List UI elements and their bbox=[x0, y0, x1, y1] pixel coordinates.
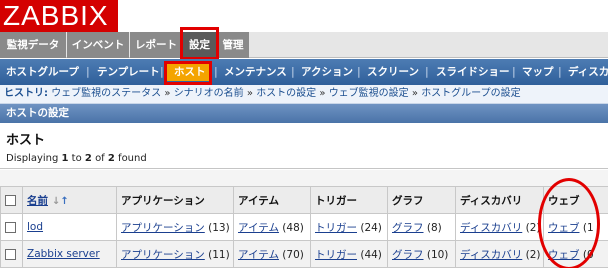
sub-menu-host-groups[interactable]: ホストグループ bbox=[6, 59, 79, 85]
graphs-cell: グラフ (10) bbox=[387, 240, 456, 268]
column-name[interactable]: 名前 ↓↑ bbox=[22, 186, 117, 214]
sub-menu-maps[interactable]: マップ bbox=[522, 59, 554, 85]
annotation-box-hosts bbox=[164, 61, 212, 85]
page-title: ホスト bbox=[6, 133, 46, 148]
row-checkbox[interactable] bbox=[5, 248, 16, 260]
main-menu-inventory[interactable]: インベントリ bbox=[67, 32, 129, 77]
header-checkbox-cell bbox=[0, 186, 23, 214]
annotation-box-configuration bbox=[180, 27, 219, 60]
discovery-cell: ディスカバリ (2) bbox=[455, 240, 544, 268]
zabbix-logo[interactable]: ZABBIX bbox=[0, 0, 118, 32]
table-row: lod アプリケーション (13) アイテム (48) トリガー (24) グラ… bbox=[0, 213, 608, 241]
host-name-cell: Zabbix server bbox=[22, 240, 117, 268]
history-link-hostgroup-config[interactable]: ホストグループの設定 bbox=[421, 88, 520, 99]
header: ZABBIX bbox=[0, 0, 608, 32]
select-all-checkbox[interactable] bbox=[5, 194, 16, 206]
items-count: (48) bbox=[282, 221, 304, 234]
main-menu-administration[interactable]: 管理 bbox=[217, 32, 249, 58]
items-link[interactable]: アイテム bbox=[238, 222, 279, 234]
hosts-table: 名前 ↓↑ アプリケーション アイテム トリガー グラフ ディスカバリ ウェブ l… bbox=[0, 186, 608, 268]
graphs-link[interactable]: グラフ bbox=[392, 222, 424, 234]
graphs-link[interactable]: グラフ bbox=[392, 249, 424, 261]
section-title: ホストの設定 bbox=[0, 104, 608, 123]
triggers-count: (44) bbox=[360, 248, 382, 261]
sort-asc-icon: ↓↑ bbox=[52, 195, 69, 207]
main-menu-monitoring[interactable]: 監視データ bbox=[0, 32, 66, 58]
triggers-link[interactable]: トリガー bbox=[315, 222, 357, 234]
history-link-web-status[interactable]: ウェブ監視のステータス bbox=[51, 88, 161, 99]
count-to: 2 bbox=[84, 153, 92, 164]
graphs-count: (8) bbox=[426, 221, 442, 234]
history-separator: » bbox=[246, 88, 253, 99]
history-link-web-config[interactable]: ウェブ監視の設定 bbox=[329, 88, 409, 99]
history-label: ヒストリ: bbox=[4, 88, 48, 99]
history-separator: » bbox=[411, 88, 418, 99]
graphs-cell: グラフ (8) bbox=[387, 213, 456, 241]
count-suffix: found bbox=[118, 153, 147, 164]
column-items: アイテム bbox=[233, 186, 311, 214]
sub-menu-screens[interactable]: スクリーン bbox=[367, 59, 419, 85]
history-separator: » bbox=[164, 88, 171, 99]
applications-link[interactable]: アプリケーション bbox=[121, 249, 205, 261]
count-to-word: to bbox=[71, 153, 82, 164]
count-total: 2 bbox=[107, 153, 115, 164]
triggers-count: (24) bbox=[360, 221, 382, 234]
breadcrumb: ヒストリ: ウェブ監視のステータス » シナリオの名前 » ホストの設定 » ウ… bbox=[0, 85, 608, 104]
graphs-count: (10) bbox=[426, 248, 449, 261]
sub-menu-actions[interactable]: アクション bbox=[301, 59, 353, 85]
count-prefix: Displaying bbox=[6, 153, 59, 164]
table-row: Zabbix server アプリケーション (11) アイテム (70) トリ… bbox=[0, 240, 608, 268]
column-discovery: ディスカバリ bbox=[455, 186, 544, 214]
row-checkbox-cell bbox=[0, 213, 23, 241]
applications-count: (13) bbox=[208, 221, 230, 234]
host-name-link[interactable]: Zabbix server bbox=[27, 248, 100, 260]
items-link[interactable]: アイテム bbox=[238, 249, 279, 261]
history-separator: » bbox=[319, 88, 326, 99]
row-checkbox[interactable] bbox=[5, 221, 16, 233]
items-count: (70) bbox=[282, 248, 304, 261]
discovery-link[interactable]: ディスカバリ bbox=[460, 222, 522, 234]
triggers-cell: トリガー (44) bbox=[310, 240, 388, 268]
count-of-word: of bbox=[95, 153, 105, 164]
items-cell: アイテム (48) bbox=[233, 213, 311, 241]
history-link-host-config[interactable]: ホストの設定 bbox=[256, 88, 316, 99]
discovery-count: (2) bbox=[525, 248, 541, 261]
applications-cell: アプリケーション (11) bbox=[116, 240, 234, 268]
sub-menu-slideshows[interactable]: スライドショー bbox=[436, 59, 510, 85]
column-applications: アプリケーション bbox=[116, 186, 234, 214]
count-from: 1 bbox=[61, 153, 69, 164]
main-menu-reports[interactable]: レポート bbox=[130, 32, 182, 58]
sub-menu-templates[interactable]: テンプレート bbox=[97, 59, 160, 85]
main-menu: 監視データ インベントリ レポート 設定 管理 bbox=[0, 32, 608, 77]
host-name-link[interactable]: lod bbox=[27, 221, 43, 233]
column-name-label[interactable]: 名前 bbox=[27, 195, 48, 207]
sub-menu: ホストグループ | テンプレート | ホスト | メンテナンス | アクション … bbox=[0, 59, 608, 85]
triggers-cell: トリガー (24) bbox=[310, 213, 388, 241]
annotation-ellipse-web bbox=[538, 178, 600, 268]
applications-link[interactable]: アプリケーション bbox=[121, 222, 205, 234]
triggers-link[interactable]: トリガー bbox=[315, 249, 357, 261]
applications-cell: アプリケーション (13) bbox=[116, 213, 234, 241]
hosts-panel: ホスト Displaying 1 to 2 of 2 found bbox=[0, 123, 608, 169]
applications-count: (11) bbox=[208, 248, 230, 261]
history-link-scenario[interactable]: シナリオの名前 bbox=[174, 88, 244, 99]
column-graphs: グラフ bbox=[387, 186, 456, 214]
spacer bbox=[0, 170, 608, 186]
host-name-cell: lod bbox=[22, 213, 117, 241]
sub-menu-maintenance[interactable]: メンテナンス bbox=[224, 59, 287, 85]
column-triggers: トリガー bbox=[310, 186, 388, 214]
discovery-cell: ディスカバリ (2) bbox=[455, 213, 544, 241]
table-header-row: 名前 ↓↑ アプリケーション アイテム トリガー グラフ ディスカバリ ウェブ bbox=[0, 186, 608, 214]
record-count: Displaying 1 to 2 of 2 found bbox=[6, 153, 147, 164]
discovery-link[interactable]: ディスカバリ bbox=[460, 249, 522, 261]
sub-menu-discovery[interactable]: ディスカ bbox=[568, 59, 608, 85]
row-checkbox-cell bbox=[0, 240, 23, 268]
items-cell: アイテム (70) bbox=[233, 240, 311, 268]
